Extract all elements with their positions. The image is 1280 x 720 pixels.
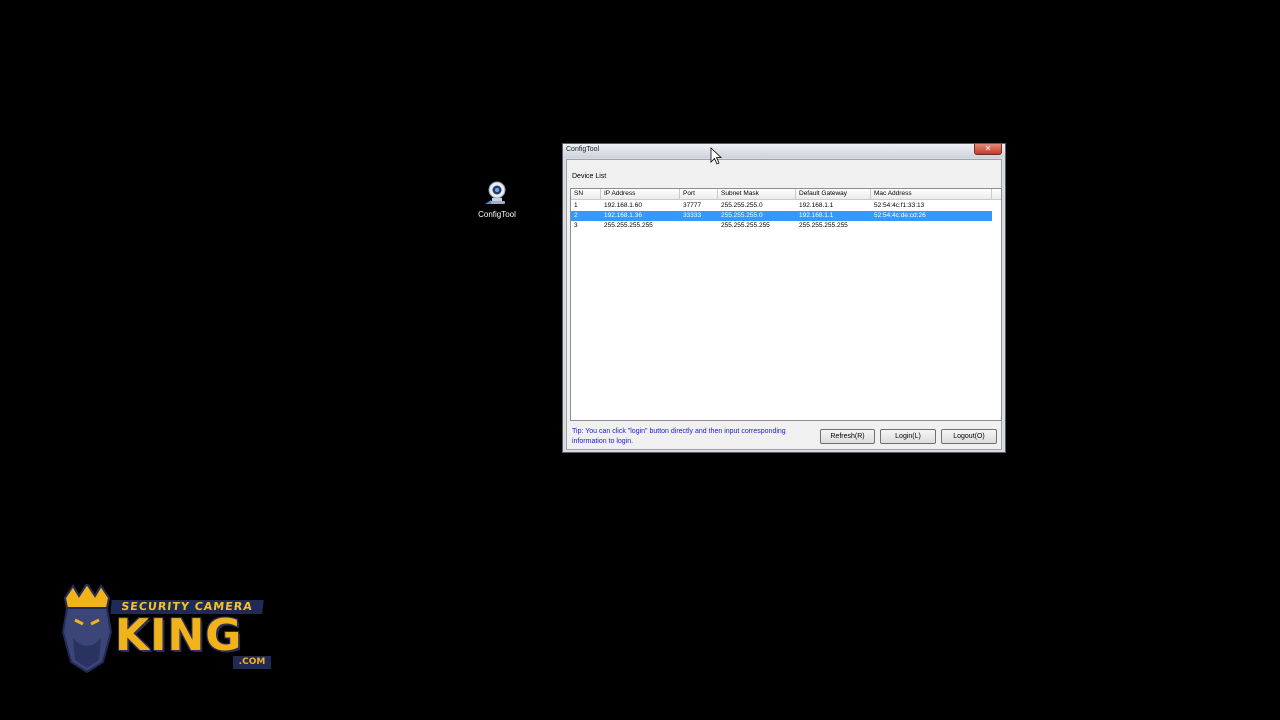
cell-subnet-mask: 255.255.255.255: [721, 222, 770, 229]
cell-sn: 2: [574, 212, 578, 219]
security-camera-king-logo: SECURITY CAMERA KING .COM: [55, 582, 280, 682]
cell-mac-address: [871, 221, 992, 231]
desktop-icon-label: ConfigTool: [478, 210, 516, 219]
cell-ip-address: 192.168.1.36: [604, 212, 642, 219]
configtool-window: ConfigTool ✕ Device List SN IP Address P…: [562, 143, 1006, 453]
cell-default-gateway: 192.168.1.1: [799, 212, 834, 219]
column-header-mac-address[interactable]: Mac Address: [871, 189, 992, 199]
column-header-subnet-mask[interactable]: Subnet Mask: [718, 189, 796, 199]
cell-ip-address: 192.168.1.60: [604, 202, 642, 209]
column-header-ip-address[interactable]: IP Address: [601, 189, 680, 199]
device-list-table[interactable]: SN IP Address Port Subnet Mask Default G…: [570, 188, 1002, 421]
cell-port: [680, 221, 718, 231]
logo-king-text: KING: [115, 610, 243, 661]
column-header-default-gateway[interactable]: Default Gateway: [796, 189, 871, 199]
logout-button[interactable]: Logout(O): [941, 429, 997, 444]
close-icon: ✕: [984, 144, 992, 153]
window-titlebar[interactable]: ConfigTool ✕: [563, 144, 1005, 158]
webcam-icon: [485, 181, 506, 204]
king-mascot-icon: [61, 584, 113, 674]
logo-com-text: .COM: [233, 656, 271, 669]
cell-subnet-mask: 255.255.255.0: [721, 212, 763, 219]
table-row[interactable]: 3 255.255.255.255 255.255.255.255 255.25…: [571, 221, 992, 231]
cell-default-gateway: 192.168.1.1: [799, 202, 834, 209]
column-header-port[interactable]: Port: [680, 189, 718, 199]
cell-mac-address: 52:54:4c:de:cd:26: [874, 212, 926, 219]
device-list-label: Device List: [572, 173, 607, 180]
cell-sn: 1: [574, 202, 578, 209]
cell-ip-address: 255.255.255.255: [604, 222, 653, 229]
cell-default-gateway: 255.255.255.255: [799, 222, 848, 229]
desktop: ConfigTool ConfigTool ✕ Device List SN I…: [0, 0, 1280, 720]
window-title: ConfigTool: [566, 146, 600, 153]
cell-mac-address: 52:54:4c:f1:33:13: [874, 202, 925, 209]
table-row-selected[interactable]: 2 192.168.1.36 33333 255.255.255.0 192.1…: [571, 211, 992, 221]
window-client-area: Device List SN IP Address Port Subnet Ma…: [566, 159, 1002, 450]
mouse-cursor-icon: [710, 147, 722, 165]
column-header-sn[interactable]: SN: [571, 189, 601, 199]
cell-port: 37777: [683, 202, 702, 209]
close-button[interactable]: ✕: [974, 144, 1002, 155]
tip-text: Tip: You can click "login" button direct…: [572, 428, 786, 445]
refresh-button[interactable]: Refresh(R): [820, 429, 875, 444]
cell-subnet-mask: 255.255.255.0: [721, 202, 763, 209]
table-header: SN IP Address Port Subnet Mask Default G…: [571, 189, 1001, 200]
login-button[interactable]: Login(L): [880, 429, 936, 444]
cell-port: 33333: [683, 212, 702, 219]
table-row[interactable]: 1 192.168.1.60 37777 255.255.255.0 192.1…: [571, 201, 992, 211]
configtool-desktop-shortcut[interactable]: ConfigTool: [474, 180, 520, 220]
cell-sn: 3: [574, 222, 578, 229]
